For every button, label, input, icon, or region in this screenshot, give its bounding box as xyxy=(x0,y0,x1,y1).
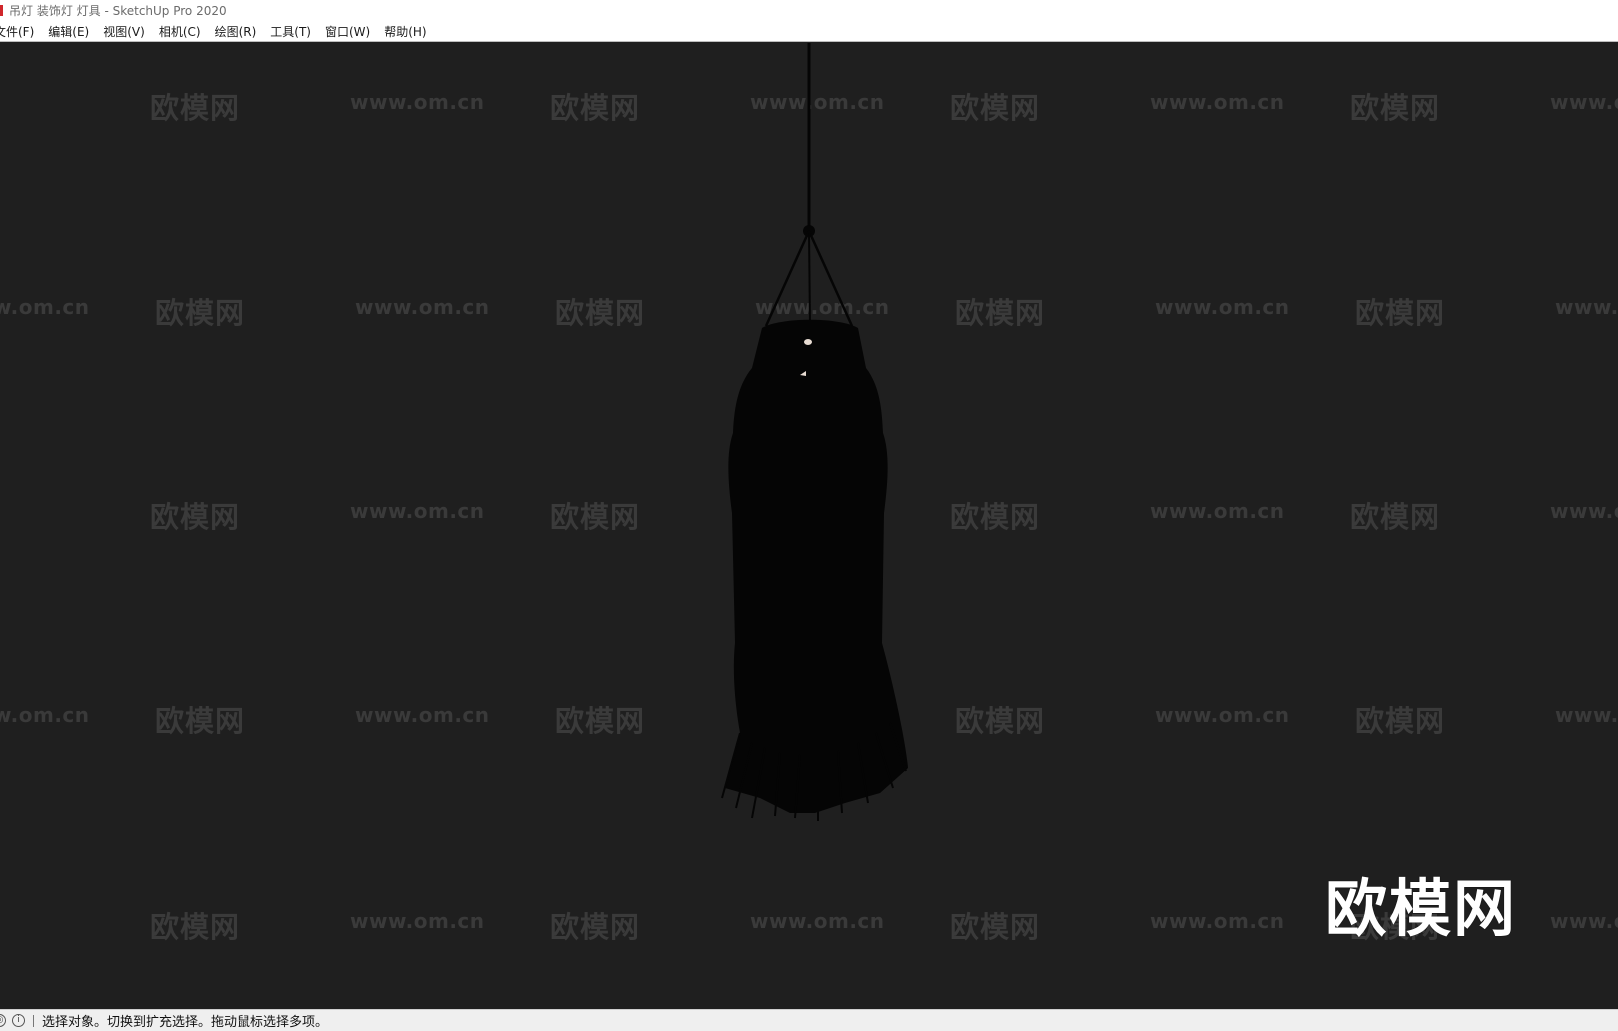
menu-view[interactable]: 视图(V) xyxy=(103,23,145,40)
menu-edit[interactable]: 编辑(E) xyxy=(48,23,89,40)
lamp-strap-right xyxy=(807,230,854,327)
lamp-strap-left xyxy=(764,230,811,327)
sketchup-app-icon[interactable] xyxy=(0,5,3,16)
3d-viewport[interactable]: 欧模网 www.om.cn 欧模网 www.om.cn 欧模网 www.om.cn 欧模网 w… xyxy=(0,43,1618,1009)
brand-logo-watermark: 欧模网 xyxy=(1325,872,1518,945)
menu-bar: 文件(F) 编辑(E) 视图(V) 相机(C) 绘图(R) 工具(T) 窗口(W… xyxy=(0,21,1618,42)
geo-location-icon[interactable]: ◎ xyxy=(0,1014,6,1027)
info-icon[interactable]: i xyxy=(12,1014,25,1027)
menu-camera[interactable]: 相机(C) xyxy=(159,23,201,40)
window-title: 吊灯 装饰灯 灯具 - SketchUp Pro 2020 xyxy=(9,4,227,18)
lamp-bulb-highlight xyxy=(804,339,812,345)
menu-tools[interactable]: 工具(T) xyxy=(270,23,311,40)
lamp-shade-body xyxy=(725,319,908,813)
menu-draw[interactable]: 绘图(R) xyxy=(215,23,257,40)
title-bar: 吊灯 装饰灯 灯具 - SketchUp Pro 2020 xyxy=(0,0,1618,21)
sketchup-window: 吊灯 装饰灯 灯具 - SketchUp Pro 2020 文件(F) 编辑(E… xyxy=(0,0,1618,1031)
status-message: 选择对象。切换到扩充选择。拖动鼠标选择多项。 xyxy=(42,1015,329,1030)
status-separator xyxy=(33,1014,34,1027)
menu-file[interactable]: 文件(F) xyxy=(0,23,34,40)
menu-help[interactable]: 帮助(H) xyxy=(384,23,426,40)
status-bar: ◎ i 选择对象。切换到扩充选择。拖动鼠标选择多项。 xyxy=(0,1009,1618,1031)
menu-window[interactable]: 窗口(W) xyxy=(325,23,370,40)
lamp-strap-center xyxy=(808,230,811,327)
